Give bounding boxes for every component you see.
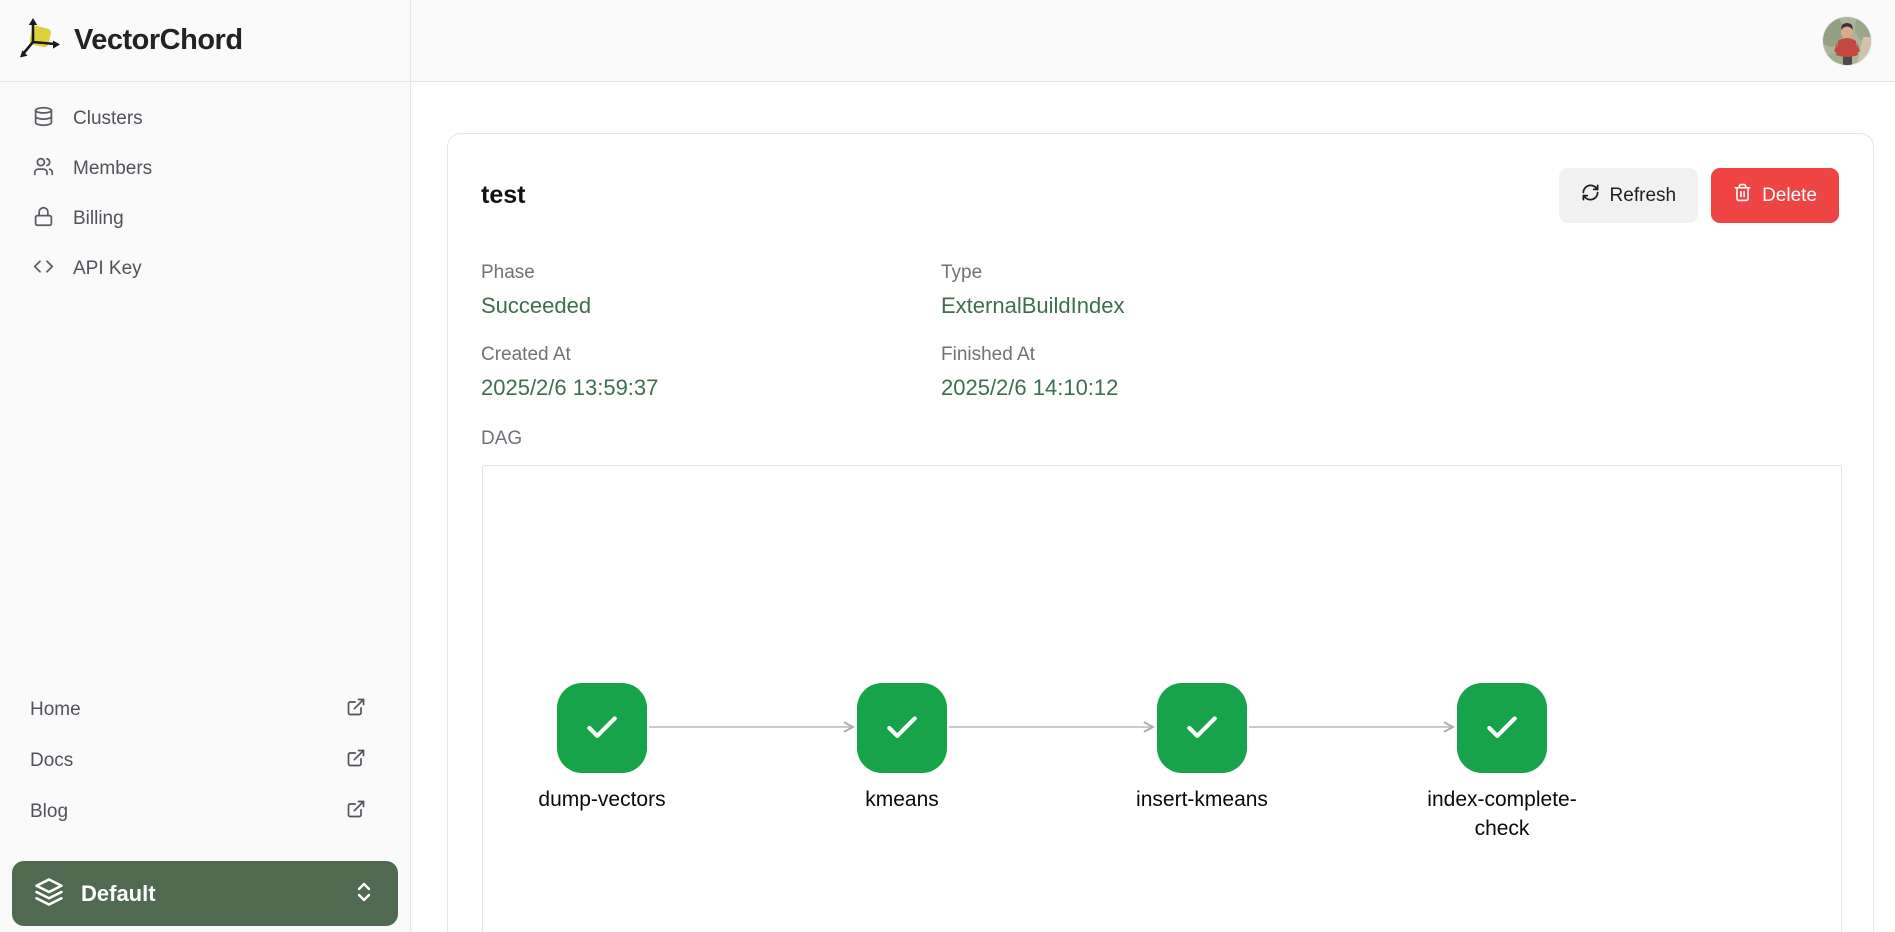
sidebar-item-api-key[interactable]: API Key [0,244,410,294]
dag-node-insert-kmeans: insert-kmeans [1112,683,1292,814]
succeeded-check-icon[interactable] [557,683,647,773]
sidebar-item-label: Clusters [73,108,143,130]
sidebar-link-label: Home [30,699,81,721]
refresh-button[interactable]: Refresh [1559,168,1699,223]
sidebar-link-home[interactable]: Home [0,684,410,735]
main-area: test Refresh [411,0,1895,932]
delete-label: Delete [1762,185,1817,207]
vectorchord-logo-icon [18,14,66,67]
field-value: ExternalBuildIndex [941,293,1839,318]
external-link-icon [346,799,366,825]
dag-node-label: insert-kmeans [1136,786,1268,814]
sidebar-link-blog[interactable]: Blog [0,786,410,837]
refresh-icon [1581,183,1600,208]
field-label: Created At [481,344,941,366]
succeeded-check-icon[interactable] [857,683,947,773]
app-window: VectorChord Clusters Members [0,0,1895,932]
field-created-at: Created At 2025/2/6 13:59:37 [481,344,941,400]
users-icon [33,156,54,183]
sidebar-external-links: Home Docs Blog [0,684,410,861]
layers-icon [34,877,64,910]
card-header: test Refresh [481,168,1839,223]
sidebar-item-billing[interactable]: Billing [0,194,410,244]
job-detail-card: test Refresh [447,133,1874,932]
database-icon [33,106,54,133]
action-buttons: Refresh Delete [1559,168,1839,223]
brand-name: VectorChord [74,24,243,57]
sidebar-item-label: API Key [73,258,142,280]
job-info-grid: Phase Succeeded Type ExternalBuildIndex … [481,262,1839,426]
external-link-icon [346,697,366,723]
chevrons-up-down-icon [352,880,376,907]
dag-node-dump-vectors: dump-vectors [512,683,692,814]
field-type: Type ExternalBuildIndex [941,262,1839,318]
sidebar: VectorChord Clusters Members [0,0,411,932]
field-label: Finished At [941,344,1839,366]
field-finished-at: Finished At 2025/2/6 14:10:12 [941,344,1839,400]
code-icon [33,256,54,283]
external-link-icon [346,748,366,774]
delete-button[interactable]: Delete [1711,168,1839,223]
sidebar-item-label: Members [73,158,152,180]
field-value: 2025/2/6 13:59:37 [481,375,941,400]
dag-section-label: DAG [481,428,1839,450]
succeeded-check-icon[interactable] [1457,683,1547,773]
dag-node-label: index-complete-check [1415,786,1590,843]
job-title: test [481,181,525,210]
field-label: Phase [481,262,941,284]
field-value: Succeeded [481,293,941,318]
workspace-name: Default [81,881,156,907]
topbar [411,0,1895,82]
succeeded-check-icon[interactable] [1157,683,1247,773]
user-avatar[interactable] [1823,17,1871,65]
dag-node-label: kmeans [865,786,939,814]
sidebar-link-docs[interactable]: Docs [0,735,410,786]
refresh-label: Refresh [1610,185,1677,207]
sidebar-link-label: Blog [30,801,68,823]
workspace-selector[interactable]: Default [12,861,398,926]
dag-node-kmeans: kmeans [812,683,992,814]
sidebar-item-clusters[interactable]: Clusters [0,94,410,144]
field-value: 2025/2/6 14:10:12 [941,375,1839,400]
dag-node-label: dump-vectors [538,786,665,814]
field-label: Type [941,262,1839,284]
dag-canvas: dump-vectors kmeans [482,465,1842,932]
brand-header: VectorChord [0,0,410,82]
trash-icon [1733,183,1752,208]
content: test Refresh [411,82,1895,932]
field-phase: Phase Succeeded [481,262,941,318]
sidebar-link-label: Docs [30,750,73,772]
lock-icon [33,206,54,233]
sidebar-item-label: Billing [73,208,124,230]
sidebar-item-members[interactable]: Members [0,144,410,194]
sidebar-nav: Clusters Members Billing [0,82,410,294]
dag-node-index-complete-check: index-complete-check [1412,683,1592,843]
